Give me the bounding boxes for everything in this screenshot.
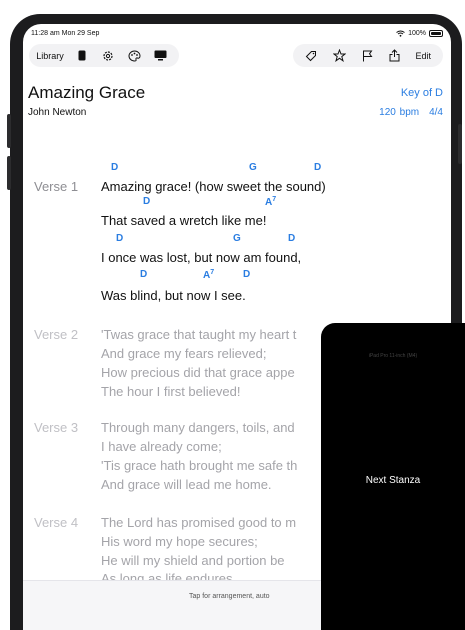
toolbar-right-group: Edit bbox=[293, 44, 443, 67]
status-time: 11:28 am Mon 29 Sep bbox=[31, 30, 100, 37]
chord: G bbox=[233, 233, 241, 244]
lyric-line: I once was lost, but now am found, bbox=[101, 250, 302, 265]
chord: D bbox=[288, 233, 296, 244]
lyric-line: That saved a wretch like me! bbox=[101, 213, 267, 228]
chord: G bbox=[249, 162, 257, 173]
song-author: John Newton bbox=[28, 107, 87, 118]
lyric-line: Amazing grace! (how sweet the sound) bbox=[101, 179, 326, 194]
share-icon[interactable] bbox=[389, 49, 400, 62]
lyric-line: 'Tis grace hath brought me safe th bbox=[101, 458, 298, 473]
next-stanza-overlay[interactable]: iPad Pro 11-inch (M4) Next Stanza bbox=[321, 323, 465, 630]
chord: D bbox=[243, 269, 251, 280]
lyric-line: The hour I first believed! bbox=[101, 384, 241, 399]
chord: D bbox=[143, 196, 151, 207]
song-time-signature[interactable]: 4/4 bbox=[429, 107, 443, 118]
lyric-line: I have already come; bbox=[101, 439, 222, 454]
next-stanza-button[interactable]: Next Stanza bbox=[321, 475, 465, 486]
status-indicators: 100% bbox=[396, 30, 443, 37]
chord-extension: 7 bbox=[272, 196, 277, 203]
chord: A7 bbox=[203, 269, 214, 281]
lyric-line: His word my hope secures; bbox=[101, 534, 258, 549]
lyric-line: He will my shield and portion be bbox=[101, 553, 285, 568]
song-tempo[interactable]: 120 bpm bbox=[379, 107, 419, 118]
library-button[interactable]: Library bbox=[29, 44, 69, 67]
verse-label-2[interactable]: Verse 2 bbox=[34, 327, 78, 342]
overlay-device-label: iPad Pro 11-inch (M4) bbox=[368, 353, 418, 359]
lyric-line: 'Twas grace that taught my heart t bbox=[101, 327, 297, 342]
verse-label-3[interactable]: Verse 3 bbox=[34, 420, 78, 435]
status-bar: 11:28 am Mon 29 Sep 100% bbox=[23, 28, 451, 42]
volume-up-button bbox=[7, 114, 11, 148]
song-title: Amazing Grace bbox=[28, 83, 146, 102]
chord: D bbox=[116, 233, 124, 244]
tag-icon[interactable] bbox=[305, 50, 317, 62]
song-tempo-meter[interactable]: 120 bpm 4/4 bbox=[379, 107, 443, 118]
palette-icon[interactable] bbox=[121, 44, 147, 67]
lyric-line: And grace my fears relieved; bbox=[101, 346, 267, 361]
chord: D bbox=[314, 162, 322, 173]
wifi-icon bbox=[396, 30, 405, 37]
volume-down-button bbox=[7, 156, 11, 190]
chord: D bbox=[140, 269, 148, 280]
song-key[interactable]: Key of D bbox=[401, 87, 443, 99]
lyric-line: Through many dangers, toils, and bbox=[101, 420, 295, 435]
flag-icon[interactable] bbox=[362, 50, 373, 62]
edit-button[interactable]: Edit bbox=[416, 51, 432, 61]
lyric-line: Was blind, but now I see. bbox=[101, 288, 246, 303]
chord: D bbox=[111, 162, 119, 173]
phone-icon[interactable] bbox=[69, 44, 95, 67]
lyric-line: How precious did that grace appe bbox=[101, 365, 295, 380]
bottom-hint: Tap for arrangement, auto bbox=[189, 593, 270, 600]
monitor-icon[interactable] bbox=[147, 44, 173, 67]
lyric-line: And grace will lead me home. bbox=[101, 477, 272, 492]
battery-percent: 100% bbox=[408, 30, 426, 37]
battery-icon bbox=[429, 30, 443, 37]
power-button bbox=[458, 124, 462, 164]
gear-icon[interactable] bbox=[95, 44, 121, 67]
chord-extension: 7 bbox=[210, 269, 215, 276]
lyric-line: The Lord has promised good to m bbox=[101, 515, 297, 530]
chord: A7 bbox=[265, 196, 276, 208]
toolbar-left-group: Library bbox=[29, 44, 179, 67]
verse-label-4[interactable]: Verse 4 bbox=[34, 515, 78, 530]
verse-label-1[interactable]: Verse 1 bbox=[34, 179, 78, 194]
star-icon[interactable] bbox=[332, 49, 346, 62]
